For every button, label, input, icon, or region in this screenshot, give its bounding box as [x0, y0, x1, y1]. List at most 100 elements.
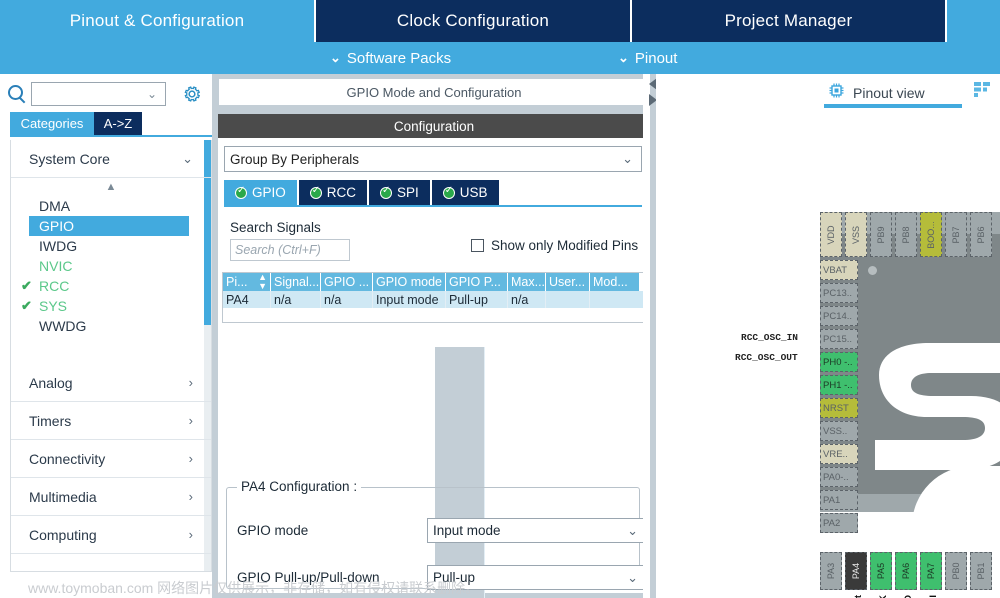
config-label: GPIO mode	[237, 523, 309, 538]
scroll-up-down-indicator[interactable]: ▲	[11, 178, 211, 196]
pin-pb6[interactable]: PB6	[970, 212, 992, 257]
pin-pa0[interactable]: PA0-..	[820, 467, 858, 487]
pin-ph1[interactable]: PH1 -..	[820, 375, 858, 395]
sidebar-group-timers[interactable]: Timers ›	[11, 402, 211, 440]
gear-icon[interactable]	[182, 84, 202, 104]
group-by-select[interactable]: Group By Peripherals ⌄	[224, 146, 642, 172]
pin-vref[interactable]: VRE..	[820, 444, 858, 464]
pin-pa5[interactable]: PA5	[870, 552, 892, 590]
column-header-modified[interactable]: Mod...	[590, 273, 640, 291]
tab-bar-filler	[947, 0, 1000, 42]
group-by-value: Group By Peripherals	[230, 151, 360, 167]
table-row[interactable]: PA4 n/a n/a Input mode Pull-up n/a	[223, 291, 643, 598]
chevron-down-icon: ⌄	[182, 150, 193, 166]
tab-label: Clock Configuration	[396, 11, 550, 30]
sidebar-item-dma[interactable]: DMA	[11, 196, 211, 216]
cell-signal: n/a	[271, 291, 321, 308]
column-header-gpio-pull[interactable]: GPIO P...	[446, 273, 508, 291]
cell-user-label	[546, 291, 590, 308]
column-header-signal[interactable]: Signal...	[271, 273, 321, 291]
pin-vss-2[interactable]: VSS..	[820, 421, 858, 441]
menu-pinout[interactable]: ⌄ Pinout	[618, 42, 677, 74]
pin-ph0[interactable]: PH0 -..	[820, 352, 858, 372]
config-row-gpio-mode: GPIO mode Input mode ⌄	[237, 518, 647, 543]
panel-title: GPIO Mode and Configuration	[218, 78, 650, 106]
show-only-modified-pins-checkbox[interactable]: Show only Modified Pins	[471, 238, 638, 253]
gpio-pull-value: Pull-up	[433, 570, 476, 585]
chevron-right-icon: ›	[188, 489, 193, 504]
sidebar-item-rcc[interactable]: ✔ RCC	[11, 276, 211, 296]
pin-pa2[interactable]: PA2	[820, 513, 858, 533]
column-header-max-speed[interactable]: Max...	[508, 273, 546, 291]
pin-vss[interactable]: VSS	[845, 212, 867, 257]
sidebar-item-label: IWDG	[39, 238, 78, 254]
sidebar-item-nvic[interactable]: NVIC	[11, 256, 211, 276]
pin-vbat[interactable]: VBAT	[820, 260, 858, 280]
pin-pa4[interactable]: PA4	[845, 552, 867, 590]
sidebar-item-label: WWDG	[39, 318, 87, 334]
tab-clock-configuration[interactable]: Clock Configuration	[316, 0, 632, 42]
tab-categories[interactable]: Categories	[10, 112, 94, 135]
tab-project-manager[interactable]: Project Manager	[632, 0, 947, 42]
column-header-gpio-output[interactable]: GPIO ...	[321, 273, 373, 291]
sidebar-item-sys[interactable]: ✔ SYS	[11, 296, 211, 316]
pin-pc15[interactable]: PC15..	[820, 329, 858, 349]
sidebar-item-wwdg[interactable]: WWDG	[11, 316, 211, 336]
configuration-body: Group By Peripherals ⌄ GPIO RCC SPI	[218, 138, 650, 598]
sidebar-search-row: ⌄	[0, 80, 212, 108]
tab-label: GPIO	[252, 185, 286, 200]
group-label: Computing	[29, 526, 97, 543]
pin-pb0[interactable]: PB0	[945, 552, 967, 590]
pin-pc14[interactable]: PC14..	[820, 306, 858, 326]
sidebar-item-iwdg[interactable]: IWDG	[11, 236, 211, 256]
menu-label: Pinout	[634, 49, 678, 67]
pin-pa6[interactable]: PA6	[895, 552, 917, 590]
pin-pb7[interactable]: PB7	[945, 212, 967, 257]
pinout-panel: Pinout view STM32F401 VDD VSS PB9 PB8 BO…	[656, 74, 1000, 598]
tab-pinout-configuration[interactable]: Pinout & Configuration	[0, 0, 316, 42]
tab-label: Project Manager	[724, 11, 853, 30]
chevron-down-icon: ⌄	[330, 50, 341, 65]
tab-a-to-z[interactable]: A->Z	[94, 112, 142, 135]
pin-pb1[interactable]: PB1	[970, 552, 992, 590]
tab-spi[interactable]: SPI	[369, 180, 430, 205]
pin-pa3[interactable]: PA3	[820, 552, 842, 590]
tab-rcc[interactable]: RCC	[298, 180, 368, 205]
tab-label: SPI	[397, 185, 419, 200]
pin-boot0[interactable]: BOO...	[920, 212, 942, 257]
column-header-user-label[interactable]: User...	[546, 273, 590, 291]
tab-usb[interactable]: USB	[431, 180, 499, 205]
center-panel-scrollbar[interactable]	[643, 74, 650, 598]
pin-pa7[interactable]: PA7	[920, 552, 942, 590]
cell-gpio-output: n/a	[321, 291, 373, 308]
tab-gpio[interactable]: GPIO	[224, 180, 297, 205]
menu-software-packs[interactable]: ⌄ Software Packs	[330, 42, 451, 74]
sidebar-item-gpio[interactable]: GPIO	[29, 216, 189, 236]
pin-pb9[interactable]: PB9	[870, 212, 892, 257]
group-label: System Core	[29, 150, 110, 167]
gpio-mode-value: Input mode	[433, 523, 501, 538]
search-input[interactable]: ⌄	[31, 82, 166, 106]
column-header-pin[interactable]: Pi... ▲ ▼	[223, 273, 271, 291]
sidebar-group-computing[interactable]: Computing ›	[11, 516, 211, 554]
chip-part-number: STM32F401	[888, 524, 977, 541]
configuration-panel: GPIO Mode and Configuration Configuratio…	[212, 74, 656, 598]
gpio-mode-select[interactable]: Input mode ⌄	[427, 518, 647, 543]
sidebar-group-system-core[interactable]: System Core ⌄	[11, 140, 211, 178]
search-signals-input[interactable]: Search (Ctrl+F)	[230, 239, 350, 261]
pin-vdd[interactable]: VDD	[820, 212, 842, 257]
column-header-gpio-mode[interactable]: GPIO mode	[373, 273, 446, 291]
sidebar-group-analog[interactable]: Analog ›	[11, 364, 211, 402]
pin-pc13[interactable]: PC13..	[820, 283, 858, 303]
chip-left-pin-column: VBAT PC13.. PC14.. PC15.. PH0 -.. PH1 -.…	[820, 260, 858, 536]
chevron-down-icon: ⌄	[146, 87, 157, 101]
pin-nrst[interactable]: NRST	[820, 398, 858, 418]
sidebar-group-multimedia[interactable]: Multimedia ›	[11, 478, 211, 516]
sidebar-group-connectivity[interactable]: Connectivity ›	[11, 440, 211, 478]
status-ok-icon	[309, 185, 322, 199]
pin-pb8[interactable]: PB8	[895, 212, 917, 257]
secondary-menu-bar: ⌄ Software Packs ⌄ Pinout	[0, 42, 1000, 74]
gpio-pull-select[interactable]: Pull-up ⌄	[427, 565, 647, 590]
pin-pa1[interactable]: PA1	[820, 490, 858, 510]
search-placeholder: Search (Ctrl+F)	[235, 243, 321, 257]
